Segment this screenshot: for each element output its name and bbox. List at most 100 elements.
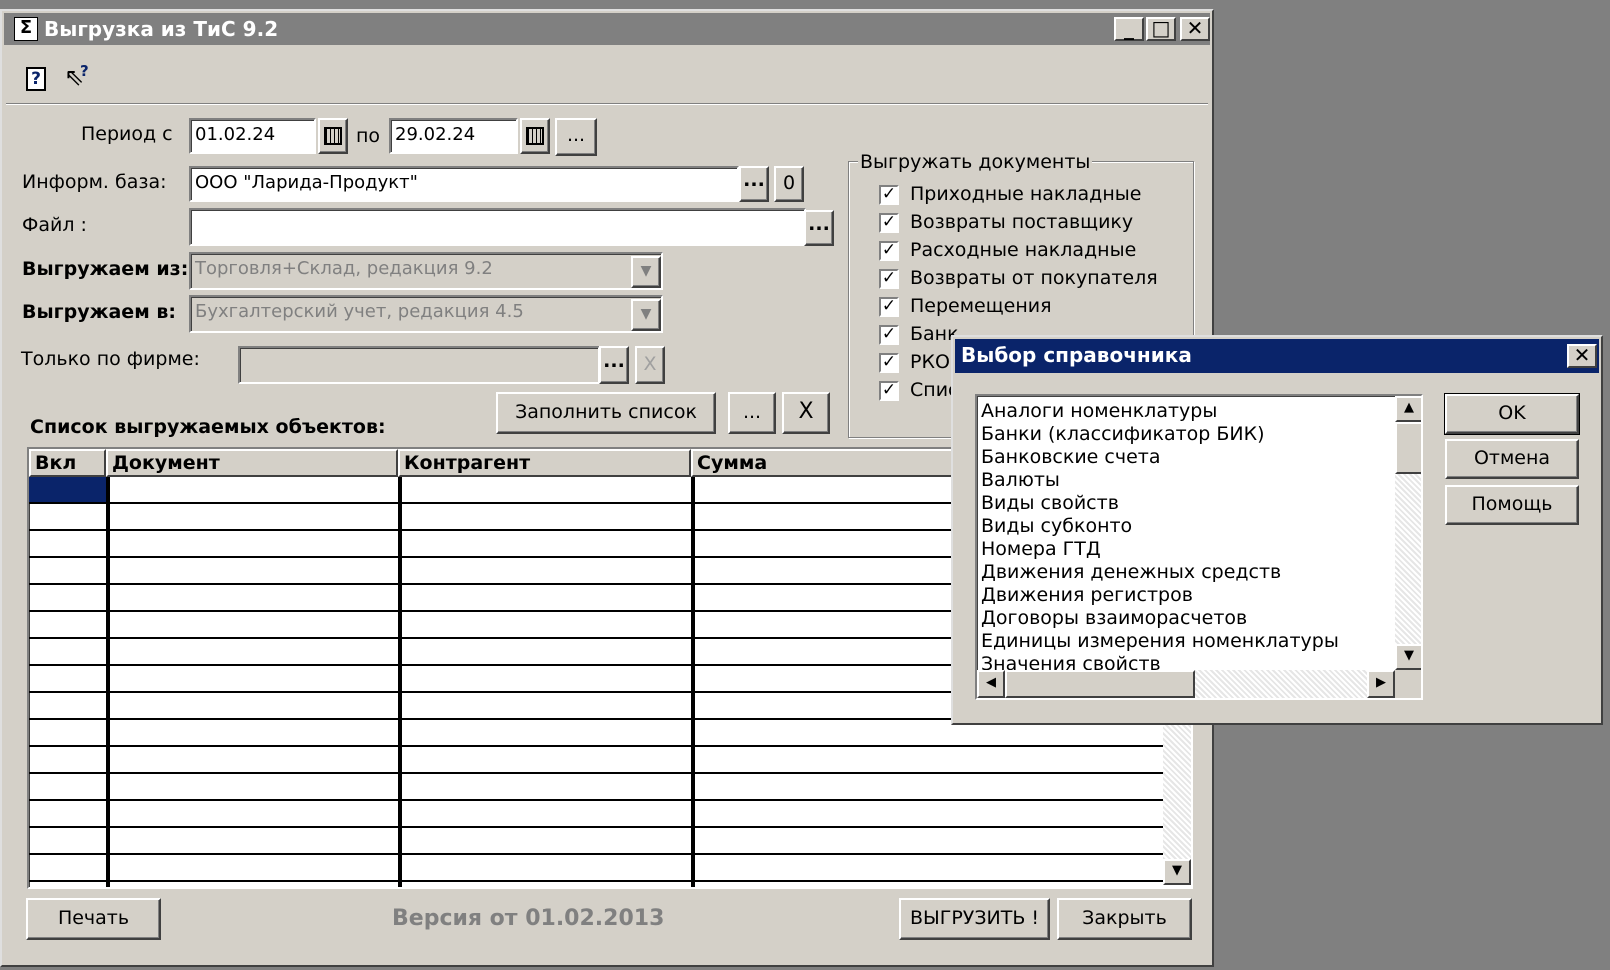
- help-book-icon[interactable]: ?: [26, 67, 46, 91]
- app-sigma-icon: Σ: [14, 17, 38, 41]
- dialog-title: Выбор справочника: [961, 343, 1192, 367]
- export-from-label: Выгружаем из:: [22, 258, 189, 280]
- doc-checkbox[interactable]: ✓: [879, 297, 899, 317]
- close-button[interactable]: Закрыть: [1057, 898, 1192, 940]
- selected-cell[interactable]: [29, 477, 106, 502]
- chevron-down-icon: ▼: [640, 263, 652, 279]
- export-to-label: Выгружаем в:: [22, 301, 176, 323]
- dialog-ok-button[interactable]: OK: [1444, 393, 1580, 435]
- export-from-select[interactable]: Торговля+Склад, редакция 9.2: [189, 252, 663, 290]
- table-row[interactable]: [29, 801, 1163, 828]
- info-base-field[interactable]: ООО "Ларида-Продукт": [189, 166, 739, 202]
- chevron-down-icon: ▼: [640, 306, 652, 322]
- chevron-right-icon: ▶: [1376, 675, 1386, 690]
- close-window-button[interactable]: ✕: [1180, 17, 1210, 41]
- whats-this-cursor-icon[interactable]: ⇖?: [64, 62, 94, 93]
- list-item[interactable]: Движения денежных средств: [981, 561, 1281, 584]
- dialog-cancel-button[interactable]: Отмена: [1445, 439, 1579, 479]
- period-select-button[interactable]: ...: [555, 118, 597, 156]
- list-scroll-down-button[interactable]: ▼: [1395, 644, 1421, 670]
- dialog-titlebar[interactable]: Выбор справочника ✕: [955, 339, 1599, 373]
- clear-list-button[interactable]: X: [782, 392, 830, 434]
- list-options-button[interactable]: ...: [728, 392, 776, 434]
- doc-checkbox-label: Расходные накладные: [910, 239, 1137, 261]
- period-to-calendar-button[interactable]: [520, 118, 550, 154]
- doc-checkbox[interactable]: ✓: [879, 325, 899, 345]
- dialog-close-button[interactable]: ✕: [1567, 344, 1597, 368]
- column-header-document[interactable]: Документ: [106, 449, 398, 477]
- only-firm-clear-button[interactable]: X: [635, 346, 665, 384]
- file-label: Файл :: [22, 214, 87, 236]
- list-item[interactable]: Виды свойств: [981, 492, 1119, 515]
- list-item[interactable]: Единицы измерения номенклатуры: [981, 630, 1339, 653]
- doc-checkbox-label: Перемещения: [910, 295, 1052, 317]
- doc-checkbox[interactable]: ✓: [879, 381, 899, 401]
- chevron-down-icon: ▼: [1404, 648, 1414, 663]
- doc-checkbox[interactable]: ✓: [879, 213, 899, 233]
- file-field[interactable]: [189, 208, 806, 246]
- list-item[interactable]: Значения свойств: [981, 653, 1161, 670]
- export-from-dropdown-button[interactable]: ▼: [631, 256, 661, 288]
- list-item[interactable]: Договоры взаиморасчетов: [981, 607, 1247, 630]
- list-item[interactable]: Аналоги номенклатуры: [981, 400, 1217, 423]
- info-base-zero-button[interactable]: 0: [774, 166, 804, 202]
- list-hscroll-thumb[interactable]: [1005, 670, 1195, 698]
- doc-checkbox-label: Приходные накладные: [910, 183, 1142, 205]
- toolbar-separator: [6, 103, 1208, 105]
- doc-checkbox[interactable]: ✓: [879, 353, 899, 373]
- export-to-select[interactable]: Бухгалтерский учет, редакция 4.5: [189, 295, 663, 333]
- info-base-select-button[interactable]: ...: [739, 166, 769, 202]
- column-header-counterparty[interactable]: Контрагент: [398, 449, 691, 477]
- doc-checkbox[interactable]: ✓: [879, 185, 899, 205]
- column-header-included[interactable]: Вкл: [29, 449, 106, 477]
- list-item[interactable]: Валюты: [981, 469, 1060, 492]
- export-to-dropdown-button[interactable]: ▼: [631, 299, 661, 331]
- doc-checkbox-label: РКО: [910, 351, 950, 373]
- scroll-corner: [1395, 670, 1421, 698]
- print-button[interactable]: Печать: [26, 898, 161, 940]
- column-divider: [106, 477, 110, 887]
- table-row[interactable]: [29, 855, 1163, 882]
- calendar-icon: [324, 127, 342, 145]
- list-scroll-thumb[interactable]: [1395, 422, 1421, 474]
- list-item[interactable]: Движения регистров: [981, 584, 1193, 607]
- period-to-field[interactable]: 29.02.24: [389, 118, 518, 154]
- file-select-button[interactable]: ...: [804, 210, 834, 246]
- table-row[interactable]: [29, 828, 1163, 855]
- version-text: Версия от 01.02.2013: [392, 906, 665, 931]
- export-button[interactable]: ВЫГРУЗИТЬ !: [899, 898, 1050, 940]
- only-firm-select-button[interactable]: ...: [599, 346, 629, 384]
- list-scroll-up-button[interactable]: ▲: [1395, 396, 1421, 422]
- main-titlebar[interactable]: Σ Выгрузка из ТиС 9.2 _ □ ✕: [4, 13, 1210, 45]
- list-item[interactable]: Банки (классификатор БИК): [981, 423, 1265, 446]
- maximize-button[interactable]: □: [1146, 17, 1176, 41]
- directory-select-dialog: Выбор справочника ✕ Аналоги номенклатуры…: [951, 335, 1603, 725]
- period-from-field[interactable]: 01.02.24: [189, 118, 316, 154]
- list-item[interactable]: Виды субконто: [981, 515, 1132, 538]
- objects-list-label: Список выгружаемых объектов:: [30, 416, 386, 438]
- table-scroll-down-button[interactable]: ▼: [1163, 859, 1191, 885]
- only-firm-field[interactable]: [238, 346, 600, 384]
- list-item[interactable]: Банковские счета: [981, 446, 1160, 469]
- chevron-down-icon: ▼: [1172, 863, 1182, 878]
- doc-checkbox[interactable]: ✓: [879, 241, 899, 261]
- directory-list-vertical-scrollbar[interactable]: ▲ ▼: [1395, 396, 1421, 670]
- list-scroll-right-button[interactable]: ▶: [1367, 670, 1395, 698]
- list-scroll-left-button[interactable]: ◀: [977, 670, 1005, 698]
- table-row[interactable]: [29, 774, 1163, 801]
- calendar-icon: [526, 127, 544, 145]
- main-window-title: Выгрузка из ТиС 9.2: [44, 17, 279, 41]
- info-base-label: Информ. база:: [22, 171, 167, 193]
- dialog-help-button[interactable]: Помощь: [1445, 485, 1579, 525]
- minimize-button[interactable]: _: [1114, 17, 1144, 41]
- list-item[interactable]: Номера ГТД: [981, 538, 1101, 561]
- chevron-up-icon: ▲: [1404, 400, 1414, 415]
- doc-checkbox[interactable]: ✓: [879, 269, 899, 289]
- table-row[interactable]: [29, 747, 1163, 774]
- period-label: Период с: [81, 123, 173, 145]
- period-from-calendar-button[interactable]: [318, 118, 348, 154]
- directory-list[interactable]: Аналоги номенклатуры Банки (классификатор…: [975, 394, 1423, 700]
- fill-list-button[interactable]: Заполнить список: [496, 392, 716, 434]
- directory-list-horizontal-scrollbar[interactable]: ◀ ▶: [977, 670, 1395, 698]
- chevron-left-icon: ◀: [986, 675, 996, 690]
